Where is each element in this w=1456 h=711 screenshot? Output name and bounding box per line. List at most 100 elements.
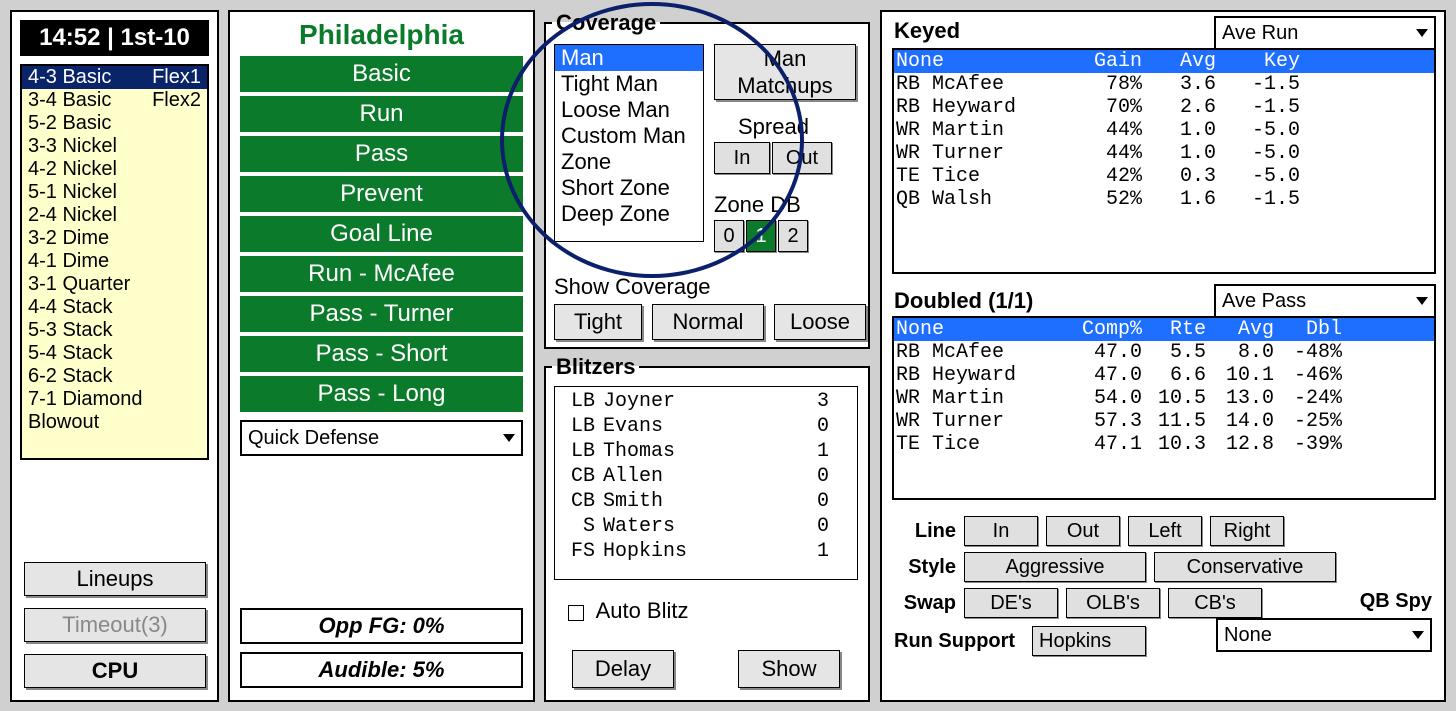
line-in-button[interactable]: In	[964, 516, 1038, 546]
chevron-down-icon	[1412, 631, 1424, 639]
coverage-item[interactable]: Tight Man	[555, 71, 703, 97]
doubled-row[interactable]: WR Turner57.311.514.0-25%	[894, 410, 1434, 433]
quick-defense-select[interactable]: Quick Defense	[240, 420, 523, 456]
style-conservative-button[interactable]: Conservative	[1154, 552, 1336, 582]
play-button[interactable]: Run - McAfee	[240, 256, 523, 292]
doubled-row[interactable]: WR Martin54.010.513.0-24%	[894, 387, 1434, 410]
formations-list[interactable]: 4-3 BasicFlex13-4 BasicFlex25-2 Basic3-3…	[20, 64, 209, 460]
coverage-list[interactable]: ManTight ManLoose ManCustom ManZoneShort…	[554, 44, 704, 242]
coverage-item[interactable]: Man	[555, 45, 703, 71]
swap-label: Swap	[894, 592, 956, 615]
doubled-header: None Comp% Rte Avg Dbl	[894, 318, 1434, 341]
swap-de-button[interactable]: DE's	[964, 588, 1058, 618]
coverage-tight-button[interactable]: Tight	[554, 304, 642, 340]
formation-item[interactable]: 4-3 BasicFlex1	[22, 66, 207, 89]
formation-item[interactable]: 3-4 BasicFlex2	[22, 89, 207, 112]
run-support-value[interactable]: Hopkins	[1032, 626, 1146, 656]
formation-item[interactable]: 5-3 Stack	[22, 319, 207, 342]
spread-in-button[interactable]: In	[714, 142, 770, 174]
blitzers-list[interactable]: LBJoyner3LBEvans0LBThomas1CBAllen0CBSmit…	[554, 386, 858, 580]
blitzer-row[interactable]: CBAllen0	[555, 464, 857, 489]
cpu-button[interactable]: CPU	[24, 654, 206, 688]
coverage-item[interactable]: Deep Zone	[555, 201, 703, 227]
zone-db-2[interactable]: 2	[778, 220, 808, 252]
play-button[interactable]: Prevent	[240, 176, 523, 212]
play-button[interactable]: Pass	[240, 136, 523, 172]
lineups-button[interactable]: Lineups	[24, 562, 206, 596]
coverage-item[interactable]: Zone	[555, 149, 703, 175]
chevron-down-icon	[503, 434, 515, 442]
formation-item[interactable]: 5-2 Basic	[22, 112, 207, 135]
keyed-row[interactable]: RB McAfee78%3.6-1.5	[894, 73, 1434, 96]
line-label: Line	[894, 520, 956, 543]
formation-item[interactable]: 5-1 Nickel	[22, 181, 207, 204]
formation-item[interactable]: 3-3 Nickel	[22, 135, 207, 158]
spread-label: Spread	[738, 114, 809, 140]
zone-db-label: Zone DB	[714, 192, 801, 218]
keyed-row[interactable]: QB Walsh52%1.6-1.5	[894, 188, 1434, 211]
swap-olb-button[interactable]: OLB's	[1066, 588, 1160, 618]
blitzer-row[interactable]: LBEvans0	[555, 414, 857, 439]
keyed-dropdown[interactable]: Ave Run	[1214, 16, 1436, 50]
spread-out-button[interactable]: Out	[772, 142, 832, 174]
timeout-button[interactable]: Timeout(3)	[24, 608, 206, 642]
formation-item[interactable]: 5-4 Stack	[22, 342, 207, 365]
swap-cb-button[interactable]: CB's	[1168, 588, 1262, 618]
opp-fg-readout: Opp FG: 0%	[240, 608, 523, 644]
quick-defense-label: Quick Defense	[248, 427, 503, 450]
line-left-button[interactable]: Left	[1128, 516, 1202, 546]
line-out-button[interactable]: Out	[1046, 516, 1120, 546]
keyed-row[interactable]: WR Turner44%1.0-5.0	[894, 142, 1434, 165]
play-button[interactable]: Pass - Long	[240, 376, 523, 412]
auto-blitz-checkbox[interactable]	[568, 605, 584, 621]
coverage-legend: Coverage	[552, 10, 660, 36]
blitz-show-button[interactable]: Show	[738, 650, 840, 688]
play-button[interactable]: Run	[240, 96, 523, 132]
doubled-row[interactable]: RB Heyward47.06.610.1-46%	[894, 364, 1434, 387]
formation-item[interactable]: 4-2 Nickel	[22, 158, 207, 181]
doubled-row[interactable]: RB McAfee47.05.58.0-48%	[894, 341, 1434, 364]
play-button[interactable]: Basic	[240, 56, 523, 92]
blitzer-row[interactable]: FSHopkins1	[555, 539, 857, 564]
blitzers-legend: Blitzers	[552, 354, 639, 380]
doubled-title: Doubled (1/1)	[894, 288, 1033, 314]
audible-readout: Audible: 5%	[240, 652, 523, 688]
blitzer-row[interactable]: LBJoyner3	[555, 389, 857, 414]
keyed-row[interactable]: TE Tice42%0.3-5.0	[894, 165, 1434, 188]
doubled-dropdown[interactable]: Ave Pass	[1214, 284, 1436, 318]
coverage-item[interactable]: Short Zone	[555, 175, 703, 201]
coverage-normal-button[interactable]: Normal	[652, 304, 764, 340]
formation-item[interactable]: 3-1 Quarter	[22, 273, 207, 296]
game-clock: 14:52 | 1st-10	[20, 20, 209, 56]
qb-spy-label: QB Spy	[1360, 590, 1432, 613]
line-right-button[interactable]: Right	[1210, 516, 1284, 546]
keyed-row[interactable]: RB Heyward70%2.6-1.5	[894, 96, 1434, 119]
blitz-delay-button[interactable]: Delay	[572, 650, 674, 688]
blitzer-row[interactable]: CBSmith0	[555, 489, 857, 514]
style-aggressive-button[interactable]: Aggressive	[964, 552, 1146, 582]
blitzer-row[interactable]: SWaters0	[555, 514, 857, 539]
keyed-row[interactable]: WR Martin44%1.0-5.0	[894, 119, 1434, 142]
doubled-row[interactable]: TE Tice47.110.312.8-39%	[894, 433, 1434, 456]
zone-db-0[interactable]: 0	[714, 220, 744, 252]
formation-item[interactable]: 4-4 Stack	[22, 296, 207, 319]
qb-spy-select[interactable]: None	[1216, 618, 1432, 652]
formation-item[interactable]: Blowout	[22, 411, 207, 434]
formation-item[interactable]: 7-1 Diamond	[22, 388, 207, 411]
play-button[interactable]: Pass - Turner	[240, 296, 523, 332]
man-matchups-button[interactable]: Man Matchups	[714, 44, 856, 100]
coverage-loose-button[interactable]: Loose	[774, 304, 866, 340]
coverage-item[interactable]: Loose Man	[555, 97, 703, 123]
play-button[interactable]: Pass - Short	[240, 336, 523, 372]
coverage-item[interactable]: Custom Man	[555, 123, 703, 149]
formation-item[interactable]: 2-4 Nickel	[22, 204, 207, 227]
formation-item[interactable]: 4-1 Dime	[22, 250, 207, 273]
formation-item[interactable]: 6-2 Stack	[22, 365, 207, 388]
zone-db-1[interactable]: 1	[746, 220, 776, 252]
formation-item[interactable]: 3-2 Dime	[22, 227, 207, 250]
chevron-down-icon	[1416, 29, 1428, 37]
keyed-title: Keyed	[894, 18, 960, 44]
run-support-label: Run Support	[894, 630, 1015, 653]
blitzer-row[interactable]: LBThomas1	[555, 439, 857, 464]
play-button[interactable]: Goal Line	[240, 216, 523, 252]
